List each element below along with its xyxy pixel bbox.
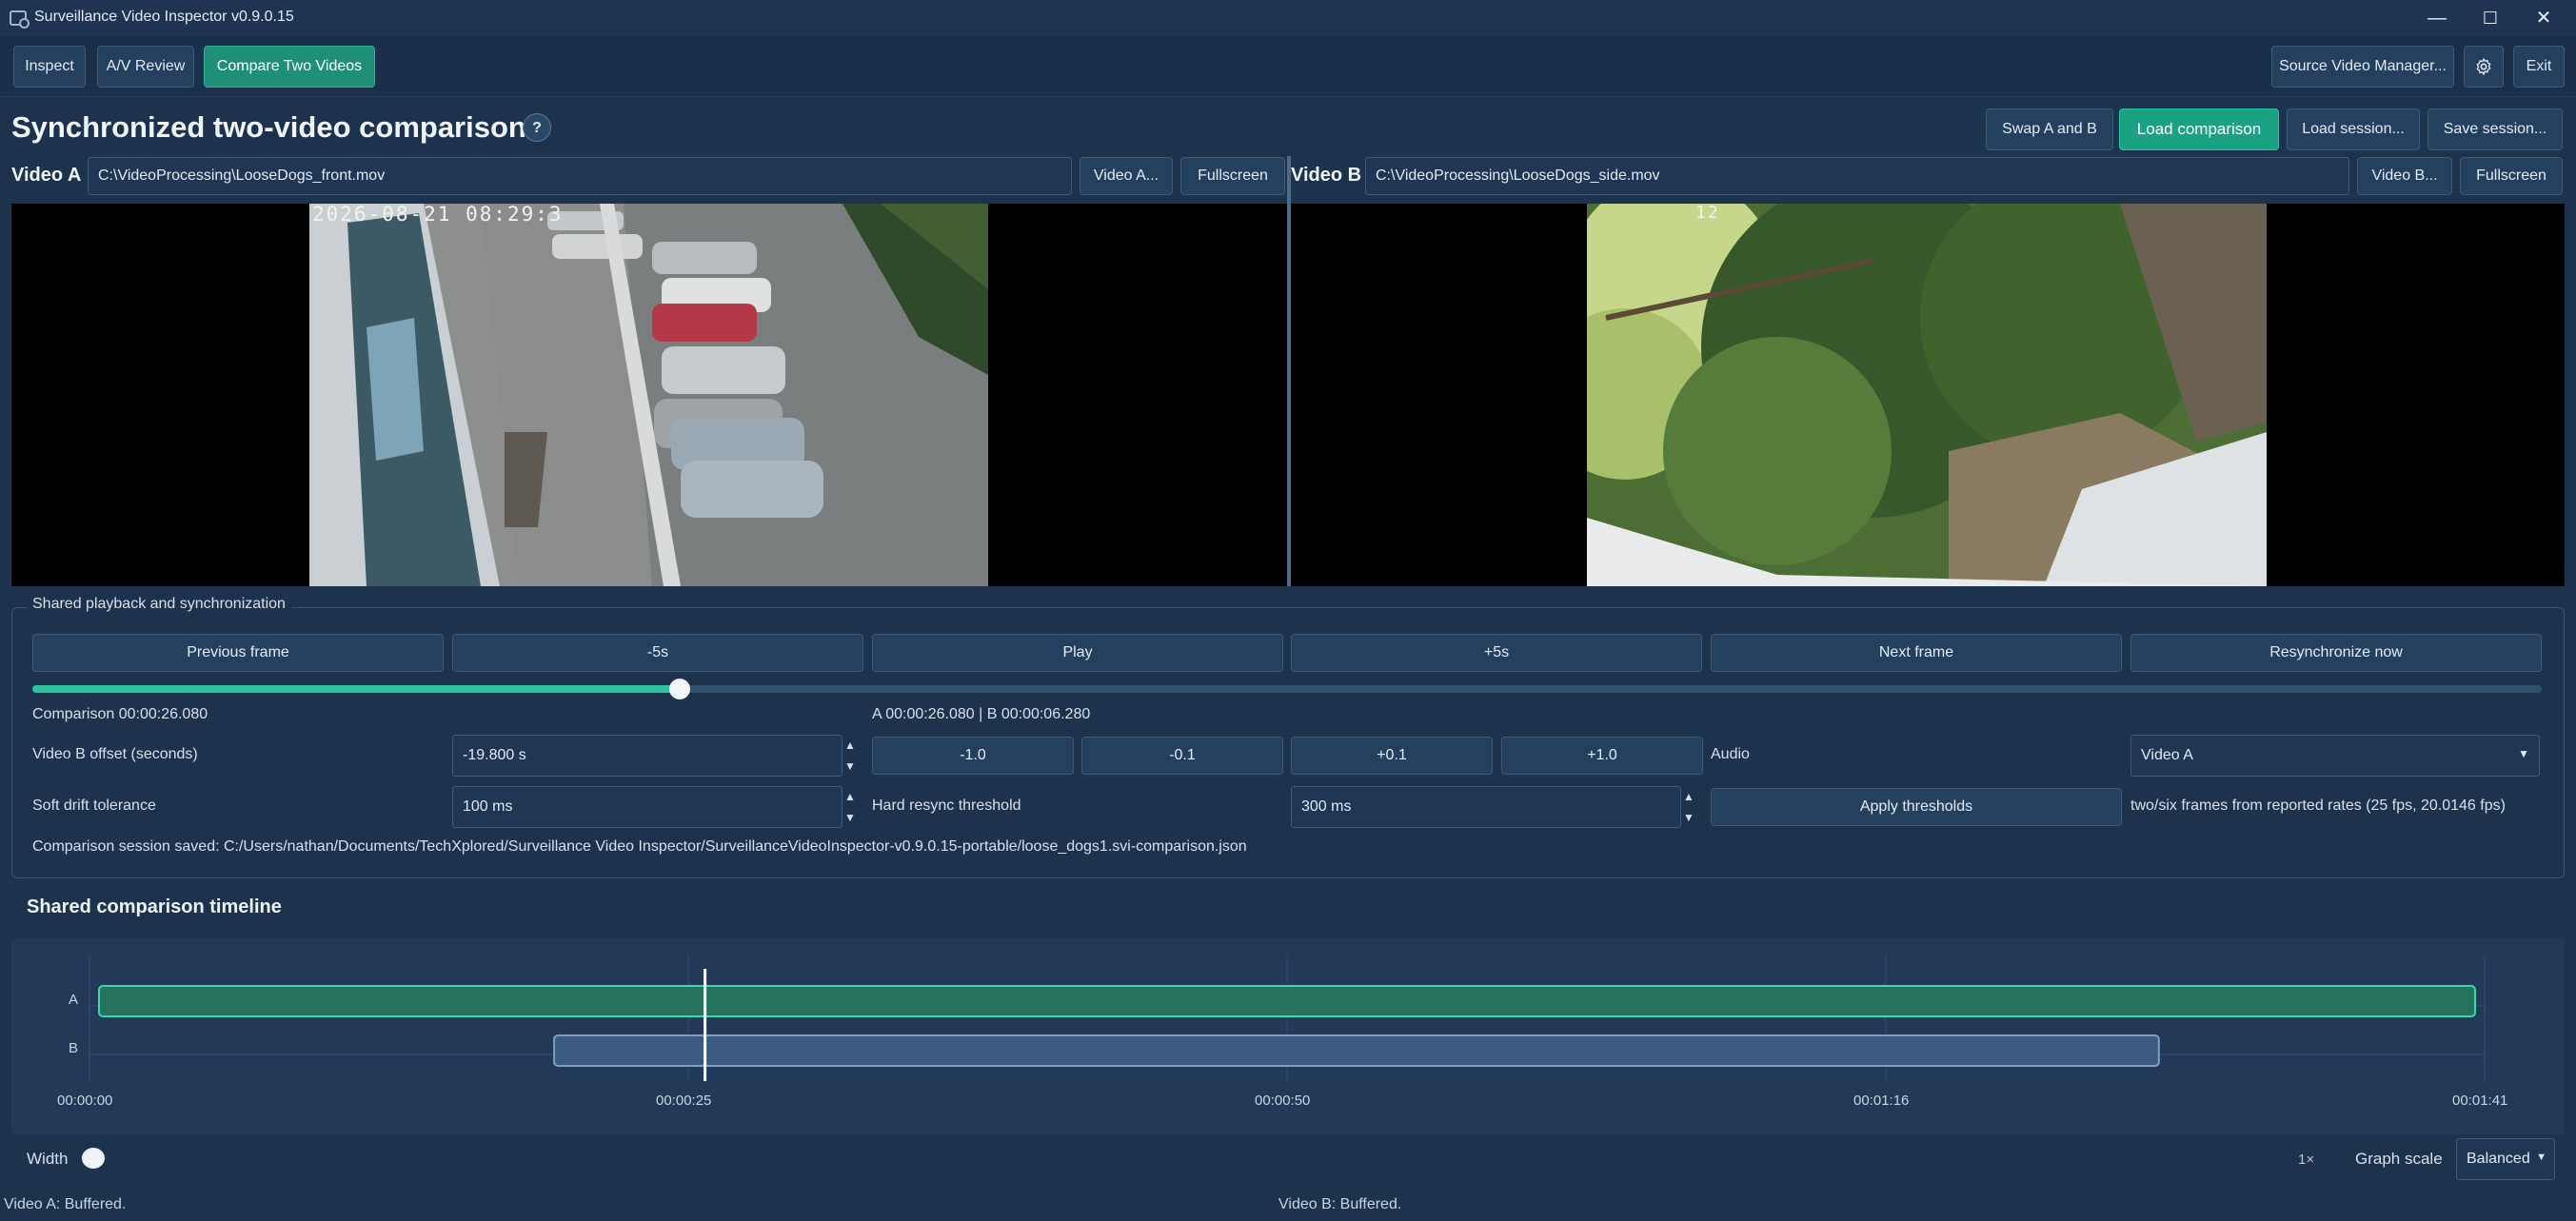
tab-av-review[interactable]: A/V Review	[97, 46, 194, 88]
offset-minus-0-1-button[interactable]: -0.1	[1081, 737, 1283, 775]
up-arrow-icon[interactable]: ▲	[1678, 786, 1699, 807]
chevron-down-icon: ▼	[2536, 1152, 2546, 1163]
video-a-path-field[interactable]: C:\VideoProcessing\LooseDogs_front.mov	[88, 157, 1072, 195]
up-arrow-icon[interactable]: ▲	[840, 786, 861, 807]
timeline-tick-label: 00:01:16	[1853, 1093, 1910, 1109]
timeline-tick-label: 00:00:50	[1255, 1093, 1311, 1109]
playback-panel-title: Shared playback and synchronization	[27, 596, 291, 613]
resynchronize-button[interactable]: Resynchronize now	[2130, 634, 2542, 672]
maximize-icon[interactable]: ☐	[2462, 4, 2519, 32]
graph-scale-value: Balanced	[2467, 1151, 2530, 1167]
video-a-fullscreen-button[interactable]: Fullscreen	[1180, 157, 1285, 195]
video-b-offset-input[interactable]: -19.800 s	[452, 735, 842, 777]
back-5s-button[interactable]: -5s	[452, 634, 863, 672]
hard-resync-label: Hard resync threshold	[872, 798, 1021, 814]
track-b-label: B	[69, 1040, 79, 1056]
up-arrow-icon[interactable]: ▲	[840, 735, 861, 756]
forward-5s-button[interactable]: +5s	[1291, 634, 1702, 672]
title-bar: Surveillance Video Inspector v0.9.0.15 —…	[0, 0, 2576, 36]
tab-inspect[interactable]: Inspect	[13, 46, 86, 88]
track-a-bar	[98, 985, 2476, 1017]
video-b-player[interactable]: 12	[1291, 204, 2565, 586]
timeline-area[interactable]: A B 00:00:00 00:00:25 00:00:50 00:01:16 …	[11, 938, 2565, 1134]
offset-plus-1-button[interactable]: +1.0	[1501, 737, 1703, 775]
ab-time: A 00:00:26.080 | B 00:00:06.280	[872, 706, 1091, 722]
width-slider-thumb[interactable]	[82, 1148, 105, 1169]
video-a-frame	[309, 204, 988, 586]
minimize-icon[interactable]: —	[2408, 4, 2466, 32]
audio-select[interactable]: Video A ▼	[2130, 735, 2540, 777]
audio-select-value: Video A	[2141, 747, 2193, 763]
comparison-time: Comparison 00:00:26.080	[32, 706, 208, 722]
close-icon[interactable]: ✕	[2515, 4, 2572, 32]
top-navigation: Inspect A/V Review Compare Two Videos So…	[0, 36, 2576, 97]
play-button[interactable]: Play	[872, 634, 1283, 672]
gear-icon	[2476, 57, 2491, 76]
timeline-tick-label: 00:00:00	[57, 1093, 113, 1109]
video-b-offset-label: Video B offset (seconds)	[32, 746, 198, 762]
frame-rate-note: two/six frames from reported rates (25 f…	[2130, 798, 2506, 814]
hard-resync-input[interactable]: 300 ms	[1291, 786, 1681, 828]
soft-drift-input[interactable]: 100 ms	[452, 786, 842, 828]
timeline-tick-label: 00:01:41	[2452, 1093, 2508, 1109]
video-b-select-button[interactable]: Video B...	[2357, 157, 2452, 195]
video-a-label: Video A	[11, 165, 82, 186]
video-b-timestamp: 12	[1695, 204, 1720, 223]
offset-plus-0-1-button[interactable]: +0.1	[1291, 737, 1493, 775]
graph-scale-select[interactable]: Balanced ▼	[2456, 1138, 2555, 1180]
next-frame-button[interactable]: Next frame	[1711, 634, 2122, 672]
help-icon[interactable]: ?	[523, 113, 551, 142]
timeline-tick-label: 00:00:25	[656, 1093, 712, 1109]
source-video-manager-button[interactable]: Source Video Manager...	[2271, 46, 2454, 88]
page-title: Synchronized two-video comparison	[11, 110, 526, 144]
apply-thresholds-button[interactable]: Apply thresholds	[1711, 788, 2122, 826]
exit-button[interactable]: Exit	[2513, 46, 2565, 88]
offset-spinner[interactable]: ▲ ▼	[840, 735, 861, 777]
video-b-fullscreen-button[interactable]: Fullscreen	[2460, 157, 2563, 195]
chevron-down-icon: ▼	[2518, 747, 2529, 760]
video-b-status: Video B: Buffered.	[1278, 1196, 1402, 1212]
previous-frame-button[interactable]: Previous frame	[32, 634, 444, 672]
video-b-label: Video B	[1291, 165, 1362, 186]
load-session-button[interactable]: Load session...	[2287, 108, 2420, 150]
offset-minus-1-button[interactable]: -1.0	[872, 737, 1074, 775]
video-b-path-field[interactable]: C:\VideoProcessing\LooseDogs_side.mov	[1365, 157, 2349, 195]
load-comparison-button[interactable]: Load comparison	[2119, 108, 2279, 150]
swap-a-b-button[interactable]: Swap A and B	[1986, 108, 2113, 150]
tab-compare-two-videos[interactable]: Compare Two Videos	[204, 46, 375, 88]
app-icon	[10, 10, 30, 29]
session-saved-status: Comparison session saved: C:/Users/natha…	[32, 838, 1247, 855]
seek-slider-thumb[interactable]	[669, 679, 691, 699]
settings-button[interactable]	[2464, 46, 2504, 88]
width-label: Width	[27, 1150, 69, 1168]
soft-drift-label: Soft drift tolerance	[32, 798, 156, 814]
zoom-level: 1×	[2298, 1152, 2315, 1168]
video-a-timestamp: 2026-08-21 08:29:3	[312, 204, 564, 226]
video-b-frame	[1587, 204, 2267, 586]
soft-drift-spinner[interactable]: ▲ ▼	[840, 786, 861, 828]
track-b-bar	[553, 1034, 2160, 1067]
down-arrow-icon[interactable]: ▼	[1678, 807, 1699, 828]
hard-resync-spinner[interactable]: ▲ ▼	[1678, 786, 1699, 828]
video-a-player[interactable]: 2026-08-21 08:29:3	[11, 204, 1287, 586]
video-a-status: Video A: Buffered.	[4, 1196, 127, 1212]
seek-slider[interactable]	[32, 679, 2542, 699]
down-arrow-icon[interactable]: ▼	[840, 807, 861, 828]
track-a-label: A	[69, 992, 79, 1008]
save-session-button[interactable]: Save session...	[2427, 108, 2563, 150]
timeline-title: Shared comparison timeline	[27, 896, 282, 917]
graph-scale-label: Graph scale	[2355, 1150, 2443, 1168]
audio-label: Audio	[1711, 746, 1750, 762]
down-arrow-icon[interactable]: ▼	[840, 756, 861, 777]
window-title: Surveillance Video Inspector v0.9.0.15	[34, 9, 294, 25]
video-a-select-button[interactable]: Video A...	[1080, 157, 1173, 195]
seek-slider-fill	[32, 685, 681, 693]
